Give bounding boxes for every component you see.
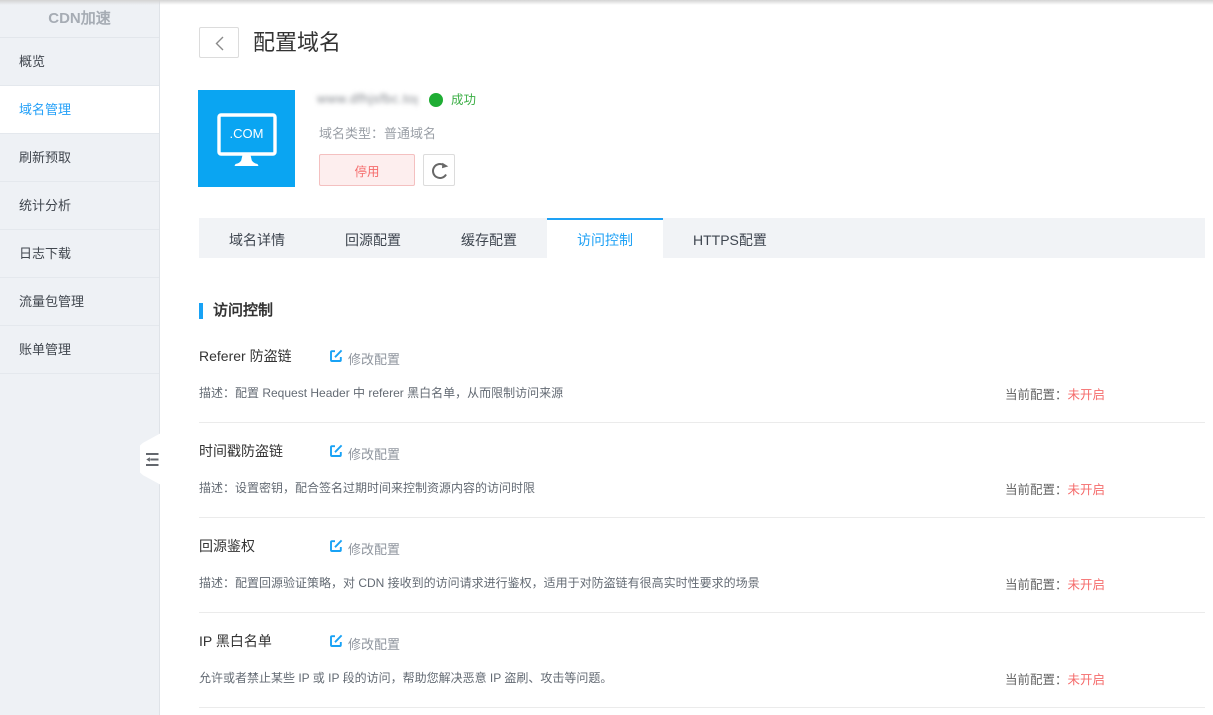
svg-text:.COM: .COM	[230, 126, 264, 141]
